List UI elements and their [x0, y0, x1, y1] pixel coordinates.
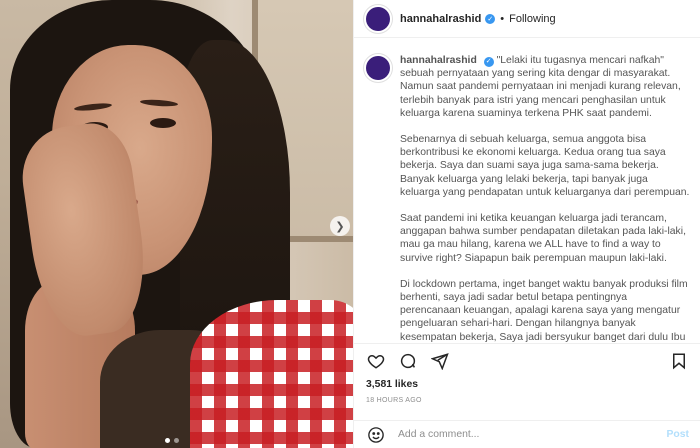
verified-badge-icon: ✓ — [485, 13, 496, 24]
save-button[interactable] — [669, 351, 689, 371]
caption-area[interactable]: hannahalrashid ✓ "Lelaki itu tugasnya me… — [354, 38, 700, 343]
share-button[interactable] — [430, 351, 450, 371]
caption-username[interactable]: hannahalrashid — [400, 55, 477, 66]
post-photo[interactable]: ❯ — [0, 0, 353, 448]
caption-paragraph: Di lockdown pertama, inget banget waktu … — [400, 278, 688, 343]
carousel-next-button[interactable]: ❯ — [330, 216, 350, 236]
caption-text: hannahalrashid ✓ "Lelaki itu tugasnya me… — [400, 54, 690, 343]
emoji-icon — [368, 426, 384, 443]
bookmark-icon — [673, 353, 685, 369]
avatar[interactable] — [366, 6, 390, 31]
likes-count[interactable]: 3,581 likes — [366, 379, 418, 390]
carousel-dots — [165, 438, 179, 443]
send-icon — [431, 352, 449, 370]
header-username[interactable]: hannahalrashid — [400, 13, 481, 25]
comment-icon — [400, 353, 416, 368]
like-button[interactable] — [366, 351, 386, 371]
following-button[interactable]: Following — [509, 13, 555, 25]
post-timestamp[interactable]: 18 HOURS AGO — [366, 397, 422, 404]
caption-paragraph: Saat pandemi ini ketika keuangan keluarg… — [400, 213, 686, 264]
separator-dot: • — [500, 12, 505, 25]
emoji-button[interactable] — [366, 425, 386, 445]
comment-bar: Post — [354, 420, 700, 448]
caption-paragraph: hannahalrashid ✓ "Lelaki itu tugasnya me… — [400, 54, 690, 120]
photo-eye — [150, 118, 176, 128]
comment-input[interactable] — [398, 429, 667, 440]
photo-gingham-shirt — [190, 300, 353, 448]
caption-avatar[interactable] — [366, 56, 390, 80]
verified-badge-icon: ✓ — [483, 56, 494, 67]
heart-icon — [367, 354, 385, 369]
chevron-right-icon: ❯ — [335, 220, 345, 233]
post-comment-button[interactable]: Post — [666, 429, 689, 440]
caption-paragraph: Sebenarnya di sebuah keluarga, semua ang… — [400, 134, 690, 198]
action-bar — [354, 343, 700, 377]
comment-button[interactable] — [398, 351, 418, 371]
post-detail-panel: hannahalrashid ✓ • Following hannahalras… — [353, 0, 700, 448]
carousel-dot-active — [165, 438, 170, 443]
post-header: hannahalrashid ✓ • Following — [354, 0, 700, 38]
carousel-dot — [174, 438, 179, 443]
